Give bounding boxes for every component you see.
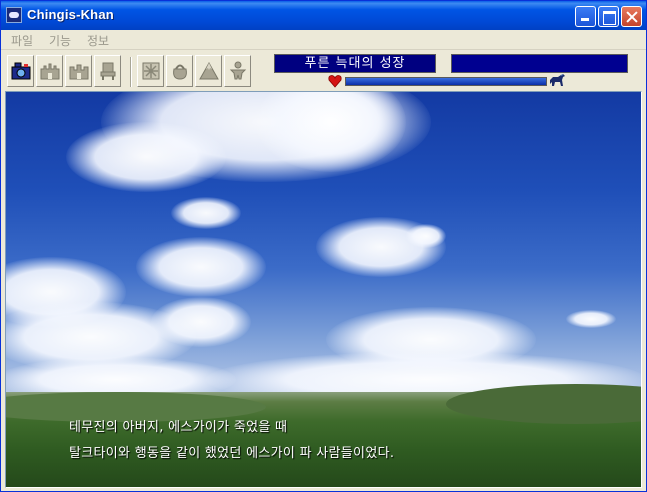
caption-line-2: 탈크타이와 행동을 같이 했었던 에스가이 파 사람들이었다.	[69, 446, 395, 461]
cloud	[136, 237, 266, 297]
window-title: Chingis-Khan	[27, 7, 114, 22]
toolbar: 푸른 늑대의 성장	[1, 51, 646, 91]
app-icon[interactable]	[6, 7, 22, 23]
map-icon	[142, 62, 160, 80]
menu-file[interactable]: 파일	[11, 32, 33, 49]
castle-icon	[40, 63, 60, 80]
toolbar-figure-button[interactable]	[224, 55, 251, 87]
cloud	[171, 197, 241, 229]
info-panel	[451, 54, 628, 73]
close-button[interactable]	[621, 6, 642, 27]
app-window: Chingis-Khan 파일 기능 정보 푸른 늑대의 성장 테무진의 아버지…	[0, 0, 647, 492]
maximize-button[interactable]	[598, 6, 619, 27]
health-progress-fill	[346, 78, 546, 85]
cloud	[566, 310, 616, 328]
toolbar-map-button[interactable]	[137, 55, 164, 87]
toolbar-camera-button[interactable]	[7, 55, 34, 87]
menu-bar: 파일 기능 정보	[1, 30, 646, 50]
minimize-button[interactable]	[575, 6, 596, 27]
castle-alt-icon	[69, 64, 89, 80]
menu-info[interactable]: 정보	[87, 32, 109, 49]
chair-icon	[100, 62, 116, 80]
mountain-icon	[199, 61, 219, 80]
caption-line-1: 테무진의 아버지, 에스가이가 죽었을 때	[69, 420, 288, 435]
toolbar-mountain-button[interactable]	[195, 55, 222, 87]
story-scene[interactable]: 테무진의 아버지, 에스가이가 죽었을 때 탈크타이와 행동을 같이 했었던 에…	[5, 91, 642, 488]
health-progress-bar	[345, 77, 547, 86]
cloud	[151, 297, 251, 347]
camera-icon	[11, 62, 31, 80]
bag-icon	[173, 64, 187, 80]
cloud	[406, 224, 446, 248]
toolbar-chair-button[interactable]	[94, 55, 121, 87]
horse-icon	[550, 74, 565, 86]
toolbar-castle-alt-button[interactable]	[65, 55, 92, 87]
toolbar-separator	[130, 57, 132, 87]
title-bar[interactable]: Chingis-Khan	[1, 1, 646, 30]
toolbar-bag-button[interactable]	[166, 55, 193, 87]
menu-function[interactable]: 기능	[49, 32, 71, 49]
figure-icon	[229, 61, 247, 80]
cloud	[66, 122, 226, 192]
toolbar-castle-button[interactable]	[36, 55, 63, 87]
heart-icon	[328, 75, 342, 88]
status-title-panel: 푸른 늑대의 성장	[274, 54, 436, 73]
